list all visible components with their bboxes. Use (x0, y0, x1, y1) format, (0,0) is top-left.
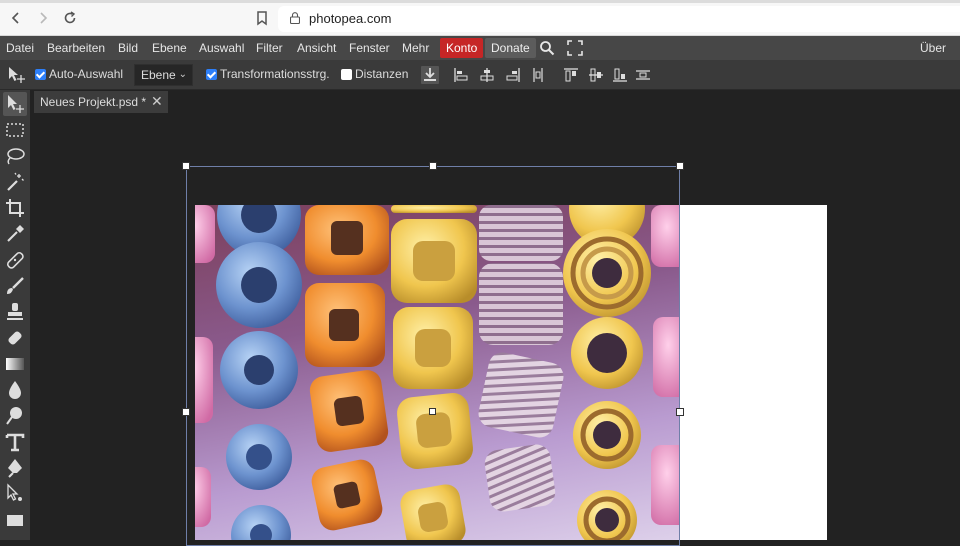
move-tool-icon (7, 66, 27, 84)
lock-icon (290, 12, 300, 24)
transform-handle-top[interactable] (429, 162, 437, 170)
download-icon[interactable] (421, 66, 439, 84)
transform-handle-top-left[interactable] (182, 162, 190, 170)
menu-view[interactable]: Ansicht (291, 36, 342, 60)
distribute-horizontal-icon[interactable] (530, 67, 546, 83)
transform-controls-label: Transformationsstrg. (220, 67, 330, 81)
brush-tool-icon[interactable] (3, 274, 27, 298)
transform-handle-center[interactable] (429, 408, 436, 415)
type-tool-icon[interactable] (3, 430, 27, 454)
auto-select-checkbox[interactable] (35, 69, 46, 80)
menu-window[interactable]: Fenster (343, 36, 396, 60)
eyedropper-tool-icon[interactable] (3, 222, 27, 246)
donate-button[interactable]: Donate (485, 38, 536, 58)
align-middle-vertical-icon[interactable] (588, 67, 604, 83)
search-icon[interactable] (539, 40, 555, 56)
close-icon[interactable]: ✕ (151, 93, 163, 110)
gradient-tool-icon[interactable] (3, 352, 27, 376)
chevron-down-icon: ⌄ (178, 69, 187, 80)
auto-select-label: Auto-Auswahl (49, 67, 124, 81)
crop-tool-icon[interactable] (3, 196, 27, 220)
path-selection-tool-icon[interactable] (3, 482, 27, 506)
tools-panel (0, 90, 30, 540)
move-tool-icon[interactable] (3, 92, 27, 116)
document-tab[interactable]: Neues Projekt.psd * ✕ (34, 91, 168, 113)
shape-tool-icon[interactable] (3, 508, 27, 532)
lasso-tool-icon[interactable] (3, 144, 27, 168)
blur-tool-icon[interactable] (3, 378, 27, 402)
transform-bounding-box[interactable] (186, 166, 680, 546)
browser-toolbar: photopea.com (0, 0, 960, 36)
dodge-tool-icon[interactable] (3, 404, 27, 428)
menu-about[interactable]: Über (914, 36, 952, 60)
browser-tabstrip-edge (0, 0, 960, 3)
eraser-tool-icon[interactable] (3, 326, 27, 350)
url-text: photopea.com (309, 11, 392, 26)
menu-layer[interactable]: Ebene (146, 36, 193, 60)
fullscreen-icon[interactable] (567, 40, 583, 56)
menu-more[interactable]: Mehr (396, 36, 435, 60)
distances-checkbox[interactable] (341, 69, 352, 80)
align-center-horizontal-icon[interactable] (479, 67, 495, 83)
layer-select-value: Ebene (141, 68, 176, 82)
menu-file[interactable]: Datei (0, 36, 40, 60)
reload-icon[interactable] (61, 9, 79, 27)
transform-handle-top-right[interactable] (676, 162, 684, 170)
transform-controls-checkbox[interactable] (206, 69, 217, 80)
bookmark-icon[interactable] (253, 9, 271, 27)
menu-image[interactable]: Bild (112, 36, 144, 60)
distances-label: Distanzen (355, 67, 409, 81)
forward-icon[interactable] (34, 9, 52, 27)
document-tab-title: Neues Projekt.psd * (40, 95, 147, 109)
back-icon[interactable] (7, 9, 25, 27)
menu-bar: Datei Bearbeiten Bild Ebene Auswahl Filt… (0, 36, 960, 60)
clone-stamp-tool-icon[interactable] (3, 300, 27, 324)
transform-handle-left[interactable] (182, 408, 190, 416)
align-bottom-icon[interactable] (612, 67, 628, 83)
options-bar: Auto-Auswahl Ebene ⌄ Transformationsstrg… (0, 60, 960, 90)
address-bar[interactable]: photopea.com (278, 6, 960, 32)
distribute-vertical-icon[interactable] (635, 67, 651, 83)
align-right-icon[interactable] (505, 67, 521, 83)
pen-tool-icon[interactable] (3, 456, 27, 480)
marquee-tool-icon[interactable] (3, 118, 27, 142)
healing-brush-tool-icon[interactable] (3, 248, 27, 272)
menu-filter[interactable]: Filter (250, 36, 289, 60)
transform-handle-right[interactable] (676, 408, 684, 416)
magic-wand-tool-icon[interactable] (3, 170, 27, 194)
menu-edit[interactable]: Bearbeiten (41, 36, 111, 60)
menu-select[interactable]: Auswahl (193, 36, 250, 60)
account-button[interactable]: Konto (440, 38, 484, 58)
align-top-icon[interactable] (563, 67, 579, 83)
align-left-icon[interactable] (453, 67, 469, 83)
canvas-background[interactable] (680, 205, 827, 540)
layer-select-dropdown[interactable]: Ebene ⌄ (134, 64, 193, 86)
